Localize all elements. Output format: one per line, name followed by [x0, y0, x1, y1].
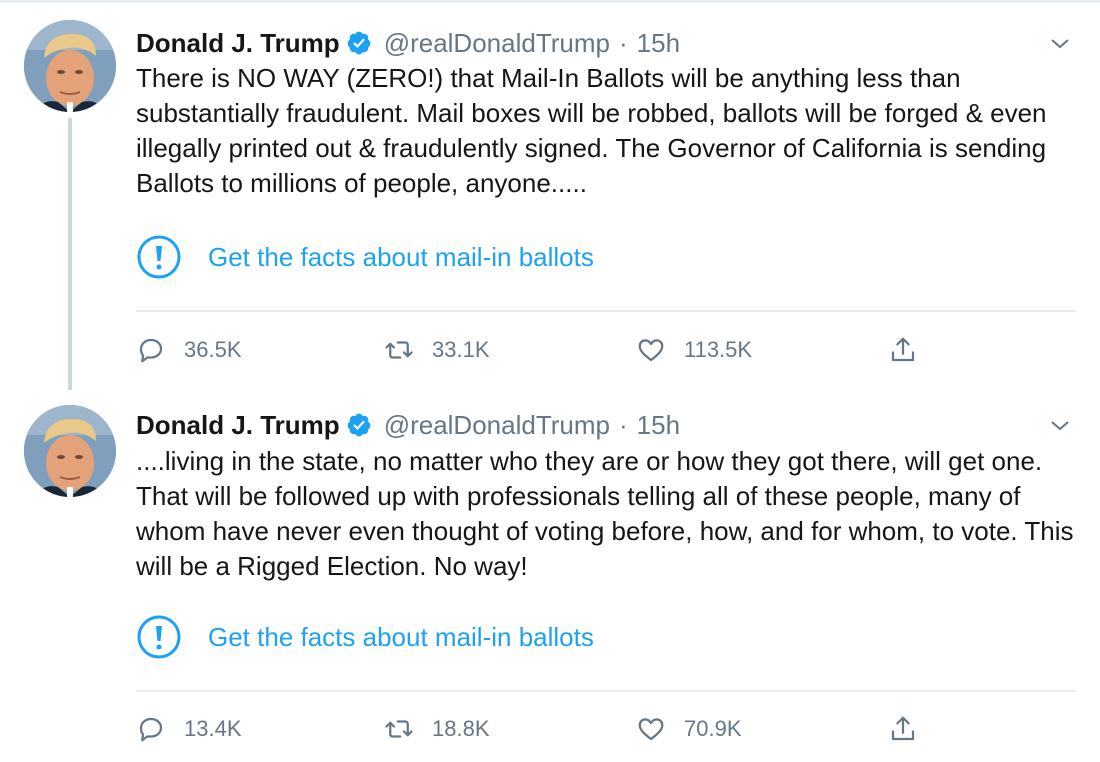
- author-handle[interactable]: @realDonaldTrump: [384, 28, 610, 59]
- exclamation-circle-icon: [137, 615, 181, 659]
- chevron-down-icon[interactable]: [1048, 32, 1072, 56]
- tweet[interactable]: Donald J. Trump @realDonaldTrump · 15h .…: [0, 385, 1100, 762]
- actions-divider: [136, 310, 1076, 312]
- heart-icon: [638, 339, 664, 362]
- like-button[interactable]: 70.9K: [636, 709, 742, 749]
- avatar[interactable]: [24, 20, 116, 112]
- reply-icon: [139, 338, 163, 363]
- facts-link-label[interactable]: Get the facts about mail-in ballots: [208, 242, 594, 273]
- tweet[interactable]: Donald J. Trump @realDonaldTrump · 15h T…: [0, 0, 1100, 390]
- avatar[interactable]: [24, 405, 116, 497]
- facts-link[interactable]: Get the facts about mail-in ballots: [136, 614, 594, 660]
- retweet-icon: [385, 341, 413, 359]
- header-separator: ·: [618, 409, 628, 440]
- verified-badge-icon: [346, 30, 372, 56]
- exclamation-circle-icon: [137, 235, 181, 279]
- reply-button[interactable]: 36.5K: [136, 330, 242, 370]
- thread-connector: [68, 118, 72, 390]
- share-button[interactable]: [888, 709, 936, 749]
- reply-icon: [139, 717, 163, 742]
- tweet-text: ....living in the state, no matter who t…: [136, 446, 1074, 581]
- share-button[interactable]: [888, 330, 936, 370]
- tweet-actions: 13.4K 18.8K 70.9K: [136, 709, 936, 749]
- retweet-button[interactable]: 33.1K: [384, 330, 490, 370]
- share-icon: [891, 337, 915, 362]
- facts-link-label[interactable]: Get the facts about mail-in ballots: [208, 622, 594, 653]
- header-separator: ·: [618, 27, 628, 58]
- timestamp[interactable]: 15h: [637, 28, 680, 59]
- reply-count: 36.5K: [184, 337, 242, 362]
- heart-icon: [638, 718, 664, 741]
- verified-badge-icon: [346, 412, 372, 438]
- timestamp[interactable]: 15h: [637, 410, 680, 441]
- tweet-header: Donald J. Trump @realDonaldTrump · 15h: [136, 26, 680, 60]
- like-button[interactable]: 113.5K: [636, 330, 752, 370]
- retweet-icon: [385, 720, 413, 738]
- tweet-actions: 36.5K 33.1K 113.5K: [136, 330, 936, 370]
- tweet-text: There is NO WAY (ZERO!) that Mail-In Bal…: [136, 63, 1047, 198]
- author-name[interactable]: Donald J. Trump: [136, 28, 340, 59]
- reply-button[interactable]: 13.4K: [136, 709, 242, 749]
- retweet-button[interactable]: 18.8K: [384, 709, 490, 749]
- tweet-header: Donald J. Trump @realDonaldTrump · 15h: [136, 408, 680, 442]
- retweet-count: 18.8K: [432, 716, 490, 741]
- facts-link[interactable]: Get the facts about mail-in ballots: [136, 234, 594, 280]
- actions-divider: [136, 690, 1076, 692]
- reply-count: 13.4K: [184, 716, 242, 741]
- chevron-down-icon[interactable]: [1048, 414, 1072, 438]
- author-handle[interactable]: @realDonaldTrump: [384, 410, 610, 441]
- share-icon: [891, 716, 915, 741]
- author-name[interactable]: Donald J. Trump: [136, 410, 340, 441]
- retweet-count: 33.1K: [432, 337, 490, 362]
- like-count: 113.5K: [684, 337, 753, 362]
- like-count: 70.9K: [684, 716, 742, 741]
